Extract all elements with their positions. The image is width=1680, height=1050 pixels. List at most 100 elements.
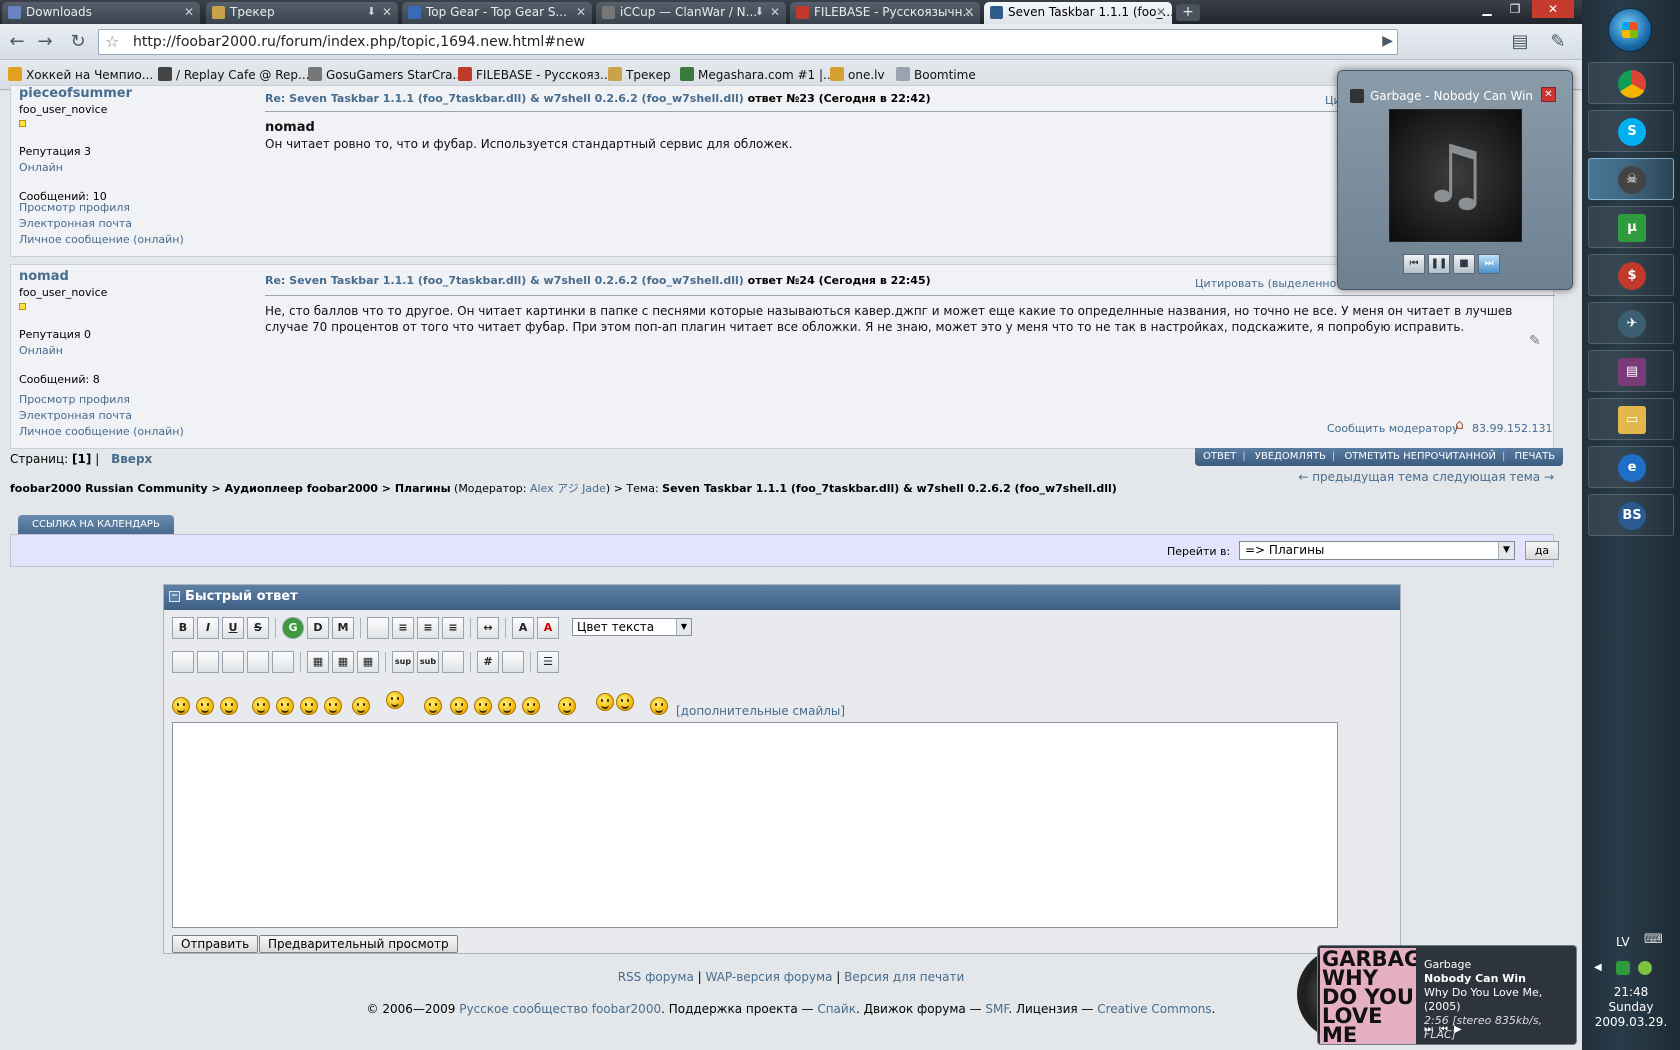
close-icon[interactable]: ✕ — [964, 5, 974, 19]
horizontal-rule-button[interactable]: ↔ — [477, 617, 499, 639]
poster-name[interactable]: pieceofsummer — [19, 86, 239, 101]
table-column-button[interactable]: ▦ — [357, 651, 379, 673]
tab-seven-taskbar[interactable]: Seven Taskbar 1.1.1 (foo_... ✕ — [984, 2, 1172, 24]
smiley-icon[interactable] — [650, 697, 668, 715]
tab-iccup[interactable]: iCCup — ClanWar / N... ⬇ ✕ — [596, 2, 786, 24]
stop-icon[interactable]: ■ — [1453, 254, 1475, 274]
taskbar-winrar[interactable]: ▤ — [1588, 350, 1674, 392]
email-link[interactable]: Электронная почта — [19, 409, 184, 422]
restore-icon[interactable]: ❐ — [1502, 0, 1528, 18]
pre-button[interactable] — [367, 617, 389, 639]
poster-ip[interactable]: 83.99.152.131 — [1472, 422, 1552, 435]
bookmark-item[interactable]: FILEBASE - Русскояз... — [458, 67, 611, 82]
support-link[interactable]: Спайк — [817, 1002, 856, 1016]
tab-filebase[interactable]: FILEBASE - Русскоязычн... ✕ — [790, 2, 980, 24]
calendar-link-tab[interactable]: ССЫЛКА НА КАЛЕНДАРЬ — [18, 515, 174, 535]
mark-unread-button[interactable]: ОТМЕТИТЬ НЕПРОЧИТАННОЙ — [1344, 451, 1496, 462]
private-message-link[interactable]: Личное сообщение (онлайн) — [19, 233, 184, 246]
smiley-icon[interactable] — [474, 697, 492, 715]
bookmark-item[interactable]: Megashara.com #1 |... — [680, 67, 834, 82]
print-button[interactable]: ПЕЧАТЬ — [1515, 451, 1556, 462]
tab-top-gear[interactable]: Top Gear - Top Gear S... ✕ — [402, 2, 592, 24]
start-button[interactable] — [1608, 8, 1652, 52]
italic-button[interactable]: I — [197, 617, 219, 639]
jump-go-button[interactable]: да — [1525, 541, 1559, 560]
jump-select[interactable]: => Плагины ▼ — [1239, 541, 1515, 560]
close-icon[interactable]: ✕ — [1156, 5, 1166, 19]
wap-link[interactable]: WAP-версия форума — [706, 970, 833, 984]
smiley-icon[interactable] — [386, 691, 404, 709]
font-size-button[interactable]: A — [512, 617, 534, 639]
taskbar-skype[interactable]: S — [1588, 110, 1674, 152]
taskbar-chrome[interactable] — [1588, 62, 1674, 104]
quote-selected-link[interactable]: Цитировать (выделенное) — [1195, 277, 1347, 290]
tray-expand-icon[interactable]: ◀ — [1594, 962, 1602, 973]
collapse-icon[interactable]: − — [169, 591, 180, 602]
previous-icon[interactable]: ⏮ — [1439, 1024, 1454, 1035]
code-button[interactable]: # — [477, 651, 499, 673]
taskbar-utorrent[interactable]: µ — [1588, 206, 1674, 248]
image-button[interactable] — [197, 651, 219, 673]
community-link[interactable]: Русское сообщество foobar2000 — [459, 1002, 661, 1016]
language-indicator[interactable]: LV — [1616, 935, 1630, 949]
back-to-top-link[interactable]: Вверх — [111, 452, 152, 466]
wrench-icon[interactable]: ✎ — [1546, 30, 1570, 54]
bold-button[interactable]: B — [172, 617, 194, 639]
bookmark-item[interactable]: GosuGamers StarCra... — [308, 67, 464, 82]
bookmark-item[interactable]: one.lv — [830, 67, 885, 82]
smiley-icon[interactable] — [596, 693, 614, 711]
teletype-button[interactable] — [442, 651, 464, 673]
subscript-button[interactable]: sub — [417, 651, 439, 673]
smiley-icon[interactable] — [352, 697, 370, 715]
taskbar-game[interactable]: ✈ — [1588, 302, 1674, 344]
license-link[interactable]: Creative Commons — [1097, 1002, 1211, 1016]
align-right-button[interactable]: ≡ — [442, 617, 464, 639]
ftp-button[interactable] — [272, 651, 294, 673]
table-button[interactable]: ▦ — [307, 651, 329, 673]
bookmark-star-icon[interactable]: ☆ — [105, 32, 119, 51]
smiley-icon[interactable] — [450, 697, 468, 715]
private-message-link[interactable]: Личное сообщение (онлайн) — [19, 425, 184, 438]
send-button[interactable]: Отправить — [172, 935, 259, 953]
smiley-icon[interactable] — [276, 697, 294, 715]
view-profile-link[interactable]: Просмотр профиля — [19, 201, 184, 214]
smiley-icon[interactable] — [196, 697, 214, 715]
next-icon[interactable]: ⏭ — [1424, 1024, 1439, 1035]
utorrent-tray-icon[interactable] — [1616, 961, 1630, 975]
bookmark-item[interactable]: / Replay Cafe @ Rep... — [158, 67, 309, 82]
back-icon[interactable]: ← — [5, 30, 29, 54]
smiley-icon[interactable] — [424, 697, 442, 715]
strike-button[interactable]: S — [247, 617, 269, 639]
topic-navigation[interactable]: ← предыдущая тема следующая тема → — [1298, 470, 1554, 484]
tab-tracker[interactable]: Трекер ⬇ ✕ — [206, 2, 398, 24]
forward-icon[interactable]: → — [33, 30, 57, 54]
notify-button[interactable]: УВЕДОМЛЯТЬ — [1255, 451, 1326, 462]
pause-icon[interactable]: ❚❚ — [1428, 254, 1450, 274]
reply-textarea[interactable] — [172, 722, 1338, 928]
hyperlink-button[interactable] — [222, 651, 244, 673]
email-insert-button[interactable] — [247, 651, 269, 673]
flash-button[interactable] — [172, 651, 194, 673]
taskbar-explorer[interactable]: ▭ — [1588, 398, 1674, 440]
tab-downloads[interactable]: Downloads ✕ — [2, 2, 200, 24]
move-button[interactable]: M — [332, 617, 354, 639]
address-bar[interactable]: ☆ http://foobar2000.ru/forum/index.php/t… — [98, 29, 1398, 55]
align-left-button[interactable]: ≡ — [392, 617, 414, 639]
close-icon[interactable]: ✕ — [382, 5, 392, 19]
shadow-button[interactable]: D — [307, 617, 329, 639]
clock[interactable]: 21:48 Sunday 2009.03.29. — [1582, 985, 1680, 1030]
email-link[interactable]: Электронная почта — [19, 217, 184, 230]
taskbar-poker[interactable]: $ — [1588, 254, 1674, 296]
new-tab-button[interactable]: + — [1176, 4, 1200, 21]
moderator-link[interactable]: Alex アジ Jade — [530, 482, 606, 495]
close-icon[interactable]: ✕ — [184, 5, 194, 19]
post-title-link[interactable]: Re: Seven Taskbar 1.1.1 (foo_7taskbar.dl… — [265, 92, 744, 105]
smiley-icon[interactable] — [498, 697, 516, 715]
reply-button[interactable]: ОТВЕТ — [1203, 451, 1236, 462]
preview-button[interactable]: Предварительный просмотр — [259, 935, 458, 953]
underline-button[interactable]: U — [222, 617, 244, 639]
list-button[interactable]: ☰ — [537, 651, 559, 673]
table-row-button[interactable]: ▦ — [332, 651, 354, 673]
quote-insert-button[interactable] — [502, 651, 524, 673]
next-icon[interactable]: ⏭ — [1478, 254, 1500, 274]
